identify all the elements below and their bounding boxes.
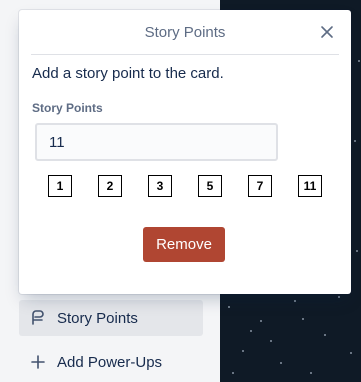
point-option-11[interactable]: 11 (298, 175, 322, 197)
plus-icon (29, 353, 47, 371)
point-option-2[interactable]: 2 (98, 175, 122, 197)
story-points-popover: Story Points Add a story point to the ca… (19, 10, 351, 294)
point-option-5[interactable]: 5 (198, 175, 222, 197)
popover-body: Add a story point to the card. Story Poi… (19, 55, 351, 199)
sidebar-item-label: Story Points (57, 309, 138, 327)
story-points-icon (29, 309, 47, 327)
sidebar-item-label: Add Power-Ups (57, 353, 163, 371)
popover-title: Story Points (144, 23, 226, 41)
sidebar-item-story-points[interactable]: Story Points (19, 300, 203, 336)
story-points-input[interactable] (35, 123, 278, 161)
remove-button[interactable]: Remove (143, 227, 225, 262)
close-button[interactable] (317, 22, 337, 42)
point-option-7[interactable]: 7 (248, 175, 272, 197)
sidebar-item-add-power-ups[interactable]: Add Power-Ups (19, 344, 203, 380)
popover-description: Add a story point to the card. (32, 65, 224, 82)
point-options: 1 2 3 5 7 11 (32, 175, 338, 199)
popover-header: Story Points (31, 10, 339, 55)
point-option-1[interactable]: 1 (48, 175, 72, 197)
point-option-3[interactable]: 3 (148, 175, 172, 197)
close-icon (321, 26, 333, 38)
story-points-label: Story Points (32, 101, 103, 115)
